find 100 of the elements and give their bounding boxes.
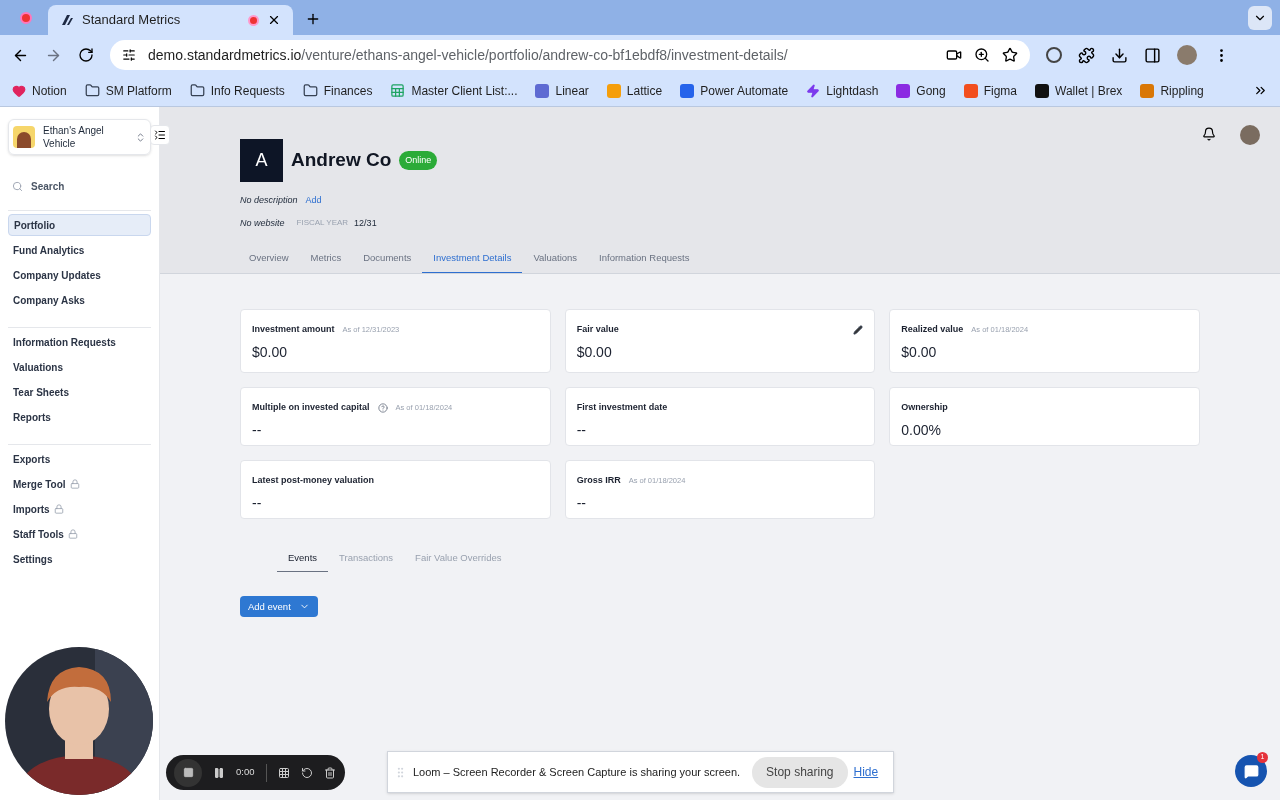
card-value: -- bbox=[576, 493, 587, 513]
bookmark-icon bbox=[963, 83, 978, 98]
stop-sharing-button[interactable]: Stop sharing bbox=[752, 756, 848, 788]
section-tab[interactable]: Events bbox=[277, 551, 329, 573]
avatar-icon[interactable] bbox=[1177, 45, 1197, 65]
search-field[interactable]: Search bbox=[8, 179, 151, 194]
collapse-sidebar-button[interactable] bbox=[150, 125, 170, 145]
bookmark[interactable]: Finances bbox=[302, 81, 373, 100]
add-event-button[interactable]: Add event bbox=[240, 596, 318, 618]
page-tab[interactable]: Investment Details bbox=[422, 250, 523, 273]
sidebar-item[interactable]: Imports bbox=[8, 498, 151, 520]
bookmark[interactable]: Lattice bbox=[606, 81, 663, 100]
download-icon[interactable] bbox=[1111, 46, 1128, 64]
website-text: No website bbox=[240, 216, 285, 230]
bookmark-icon bbox=[1035, 83, 1049, 98]
tab-list-button[interactable] bbox=[1248, 6, 1272, 30]
avatar-icon[interactable] bbox=[1240, 125, 1260, 145]
bookmark[interactable]: Notion bbox=[12, 81, 67, 100]
sidebar-item[interactable]: Settings bbox=[8, 548, 151, 570]
side-panel-icon[interactable] bbox=[1144, 46, 1161, 64]
delete-icon[interactable] bbox=[323, 766, 336, 779]
close-icon[interactable] bbox=[267, 13, 281, 27]
add-link[interactable]: Add bbox=[305, 194, 322, 208]
bookmark-icon bbox=[606, 83, 621, 98]
hide-link[interactable]: Hide bbox=[853, 763, 879, 781]
sidebar-item[interactable]: Company Updates bbox=[8, 264, 151, 286]
card-value: $0.00 bbox=[576, 342, 613, 362]
pause-icon[interactable] bbox=[213, 766, 225, 779]
sidebar-item[interactable]: Portfolio bbox=[8, 214, 151, 236]
page-tab[interactable]: Information Requests bbox=[588, 250, 701, 273]
card-value: -- bbox=[252, 420, 263, 440]
bookmark-icon bbox=[535, 83, 550, 98]
edit-icon[interactable] bbox=[853, 324, 864, 335]
card-title: Multiple on invested capital bbox=[252, 401, 370, 414]
notification-icon[interactable] bbox=[1202, 127, 1216, 141]
url-text: demo.standardmetrics.io/venture/ethans-angel-vehicle/portfolio/andrew-co-bf1ebdf8/investment-details/ bbox=[148, 45, 789, 65]
sidebar-item[interactable]: Tear Sheets bbox=[8, 381, 151, 403]
recording-time: 0:00 bbox=[236, 765, 255, 780]
sidebar-item[interactable]: Valuations bbox=[8, 356, 151, 378]
bookmark[interactable]: Wallet | Brex bbox=[1035, 81, 1123, 100]
extensions-icon[interactable] bbox=[1078, 46, 1095, 64]
bookmark[interactable]: Figma bbox=[963, 81, 1017, 100]
chat-button[interactable] bbox=[1235, 755, 1267, 787]
bookmark[interactable]: Power Automate bbox=[680, 81, 789, 100]
list-icon bbox=[154, 129, 166, 141]
page-tab[interactable]: Documents bbox=[352, 250, 423, 273]
fiscal-year-value: 12/31 bbox=[354, 216, 377, 230]
zoom-icon[interactable] bbox=[974, 47, 990, 63]
recording-icon bbox=[248, 14, 259, 26]
sidebar-item[interactable]: Reports bbox=[8, 406, 151, 428]
bookmark-icon bbox=[896, 83, 911, 98]
bolt-icon bbox=[806, 83, 821, 98]
page-tab[interactable]: Metrics bbox=[299, 250, 353, 273]
heart-icon bbox=[12, 83, 26, 98]
workspace-switcher[interactable]: Ethan's Angel Vehicle bbox=[8, 119, 151, 155]
card-value: -- bbox=[252, 493, 263, 513]
sidebar-item[interactable]: Company Asks bbox=[8, 289, 151, 311]
browser-tab[interactable]: Standard Metrics bbox=[48, 5, 293, 35]
logo-icon bbox=[60, 13, 74, 27]
sidebar-item[interactable]: Staff Tools bbox=[8, 523, 151, 545]
bookmark[interactable]: Gong bbox=[896, 81, 946, 100]
bookmark[interactable]: Lightdash bbox=[806, 81, 879, 100]
search-placeholder: Search bbox=[31, 180, 65, 194]
fiscal-year-label: FISCAL YEAR bbox=[296, 217, 349, 230]
new-tab-icon[interactable] bbox=[305, 11, 321, 27]
site-settings-icon[interactable] bbox=[122, 48, 136, 62]
bookmark[interactable]: Info Requests bbox=[189, 81, 285, 100]
search-icon bbox=[12, 181, 23, 192]
description-text: No description bbox=[240, 194, 298, 207]
sharing-message: Loom – Screen Recorder & Screen Capture is sharing your screen. bbox=[413, 764, 741, 780]
company-avatar: A bbox=[240, 139, 283, 182]
sidebar-item[interactable]: Fund Analytics bbox=[8, 239, 151, 261]
folder-icon bbox=[189, 83, 205, 98]
card-title: Fair value bbox=[576, 323, 619, 336]
chat-icon bbox=[1243, 763, 1259, 779]
sidebar-item[interactable]: Information Requests bbox=[8, 331, 151, 353]
folder-icon bbox=[302, 83, 318, 98]
chevrons-up-down-icon bbox=[135, 131, 146, 143]
sidebar-item[interactable]: Merge Tool bbox=[8, 473, 151, 495]
page-tab[interactable]: Overview bbox=[238, 250, 300, 273]
restart-icon[interactable] bbox=[300, 766, 313, 779]
extension-icon[interactable] bbox=[1046, 47, 1062, 63]
bookmark[interactable]: Linear bbox=[535, 81, 589, 100]
tab-title: Standard Metrics bbox=[82, 11, 182, 30]
reload-icon[interactable] bbox=[78, 47, 94, 63]
grid-icon[interactable] bbox=[277, 766, 290, 779]
camera-icon[interactable] bbox=[946, 47, 962, 63]
card-title: Ownership bbox=[901, 401, 948, 414]
recording-icon bbox=[20, 12, 32, 24]
address-bar[interactable]: demo.standardmetrics.io/venture/ethans-angel-vehicle/portfolio/andrew-co-bf1ebdf8/investment-details/ bbox=[110, 40, 1030, 70]
star-icon[interactable] bbox=[1002, 47, 1018, 63]
page-tab[interactable]: Valuations bbox=[522, 250, 589, 273]
bookmark[interactable]: SM Platform bbox=[84, 81, 172, 100]
bookmark[interactable]: Master Client List:... bbox=[390, 81, 518, 100]
card-value: 0.00% bbox=[901, 420, 943, 440]
bookmark[interactable]: Rippling bbox=[1140, 81, 1204, 100]
stop-icon bbox=[182, 767, 194, 778]
stop-button[interactable] bbox=[174, 758, 202, 787]
card-value: -- bbox=[576, 420, 587, 440]
sidebar-item[interactable]: Exports bbox=[8, 448, 151, 470]
